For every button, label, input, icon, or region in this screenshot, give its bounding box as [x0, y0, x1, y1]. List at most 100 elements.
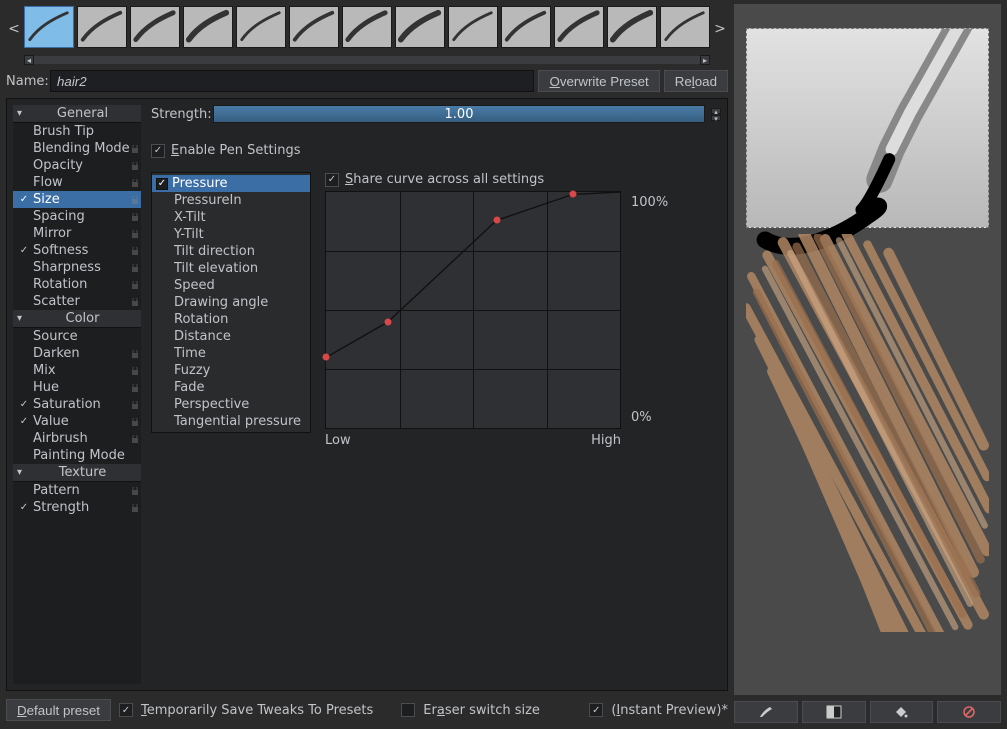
preset-thumb[interactable] — [342, 6, 392, 48]
param-item[interactable]: Tangential pressure — [152, 413, 310, 430]
sidebar-item[interactable]: Sharpness — [13, 259, 141, 276]
preset-prev[interactable]: < — [6, 21, 22, 37]
sidebar-section-header[interactable]: ▾General — [13, 105, 141, 123]
eraser-switch-checkbox[interactable] — [401, 703, 415, 717]
preset-scrollbar[interactable]: ◂ ▸ — [24, 54, 710, 66]
preset-next[interactable]: > — [712, 21, 728, 37]
enable-pen-checkbox[interactable]: ✓ — [151, 144, 165, 158]
spin-down-icon[interactable]: ▾ — [711, 115, 721, 121]
temp-save-checkbox[interactable]: ✓ — [119, 703, 133, 717]
param-item[interactable]: Rotation — [152, 311, 310, 328]
param-item[interactable]: Time — [152, 345, 310, 362]
preset-thumb[interactable] — [501, 6, 551, 48]
param-item[interactable]: Fuzzy — [152, 362, 310, 379]
param-item[interactable]: Perspective — [152, 396, 310, 413]
param-item[interactable]: X-Tilt — [152, 209, 310, 226]
share-curve-checkbox[interactable]: ✓ — [325, 173, 339, 187]
lock-icon — [131, 264, 139, 272]
sidebar-item[interactable]: Rotation — [13, 276, 141, 293]
param-item[interactable]: Y-Tilt — [152, 226, 310, 243]
instant-preview-checkbox[interactable]: ✓ — [589, 703, 603, 717]
lock-icon — [131, 145, 139, 153]
disabled-mode-button[interactable] — [937, 701, 1001, 723]
sidebar-item[interactable]: Blending Mode — [13, 140, 141, 157]
preset-thumb[interactable] — [289, 6, 339, 48]
strength-slider[interactable]: 1.00 — [213, 105, 705, 123]
sidebar-item[interactable]: ✓Saturation — [13, 396, 141, 413]
curve-handle[interactable] — [569, 191, 576, 198]
preset-thumb[interactable] — [183, 6, 233, 48]
sidebar-item-label: Blending Mode — [31, 141, 137, 156]
preset-list — [24, 6, 710, 52]
sidebar-item[interactable]: Pattern — [13, 482, 141, 499]
settings-sidebar: ▾GeneralBrush TipBlending ModeOpacityFlo… — [13, 105, 141, 684]
sidebar-item[interactable]: Mirror — [13, 225, 141, 242]
param-item[interactable]: Tilt elevation — [152, 260, 310, 277]
param-item-label: Fuzzy — [170, 363, 306, 378]
sidebar-item[interactable]: Darken — [13, 345, 141, 362]
sidebar-item[interactable]: Flow — [13, 174, 141, 191]
sidebar-item[interactable]: Scatter — [13, 293, 141, 310]
param-item[interactable]: Speed — [152, 277, 310, 294]
lock-icon — [131, 281, 139, 289]
param-item[interactable]: ✓Pressure — [152, 175, 310, 192]
preset-thumb[interactable] — [554, 6, 604, 48]
preset-thumb[interactable] — [77, 6, 127, 48]
param-item[interactable]: Tilt direction — [152, 243, 310, 260]
preset-thumb[interactable] — [24, 6, 74, 48]
reload-button[interactable]: Reload — [664, 70, 728, 92]
scroll-left-icon[interactable]: ◂ — [24, 55, 34, 65]
brush-mode-button[interactable] — [734, 701, 798, 723]
spin-up-icon[interactable]: ▴ — [711, 108, 721, 114]
sidebar-item[interactable]: Spacing — [13, 208, 141, 225]
curve-handle[interactable] — [493, 217, 500, 224]
param-item[interactable]: Fade — [152, 379, 310, 396]
sidebar-item[interactable]: Airbrush — [13, 430, 141, 447]
sidebar-item[interactable]: ✓Strength — [13, 499, 141, 516]
scroll-right-icon[interactable]: ▸ — [700, 55, 710, 65]
gradient-icon — [826, 705, 842, 719]
param-item[interactable]: Distance — [152, 328, 310, 345]
curve-editor[interactable] — [325, 191, 621, 429]
preset-thumb[interactable] — [130, 6, 180, 48]
preset-thumb[interactable] — [607, 6, 657, 48]
gradient-mode-button[interactable] — [802, 701, 866, 723]
sidebar-section-header[interactable]: ▾Texture — [13, 464, 141, 482]
param-item[interactable]: PressureIn — [152, 192, 310, 209]
sidebar-item[interactable]: ✓Size — [13, 191, 141, 208]
default-preset-button[interactable]: Default preset — [6, 699, 111, 721]
sidebar-item[interactable]: Brush Tip — [13, 123, 141, 140]
curve-handle[interactable] — [384, 318, 391, 325]
sidebar-item-label: Softness — [31, 243, 137, 258]
param-item-label: Rotation — [170, 312, 306, 327]
param-item-label: Time — [170, 346, 306, 361]
lock-icon — [131, 162, 139, 170]
name-input[interactable] — [50, 70, 534, 92]
sidebar-section-header[interactable]: ▾Color — [13, 310, 141, 328]
curve-handle[interactable] — [323, 354, 330, 361]
sidebar-item[interactable]: Source — [13, 328, 141, 345]
instant-preview-label: (Instant Preview)* — [611, 703, 728, 718]
sidebar-item[interactable]: ✓Value — [13, 413, 141, 430]
sidebar-item[interactable]: Opacity — [13, 157, 141, 174]
sidebar-item-label: Rotation — [31, 277, 137, 292]
check-icon: ✓ — [156, 178, 168, 190]
overwrite-preset-button[interactable]: OOverwrite Presetverwrite Preset — [538, 70, 659, 92]
param-item[interactable]: Drawing angle — [152, 294, 310, 311]
sidebar-item[interactable]: Painting Mode — [13, 447, 141, 464]
axis-low-label: Low — [325, 433, 351, 448]
sidebar-item-label: Darken — [31, 346, 137, 361]
fill-mode-button[interactable] — [870, 701, 934, 723]
check-icon: ✓ — [17, 399, 31, 410]
share-curve-label: Share curve across all settings — [345, 172, 544, 187]
sidebar-item[interactable]: Hue — [13, 379, 141, 396]
preset-thumb[interactable] — [236, 6, 286, 48]
sidebar-item[interactable]: Mix — [13, 362, 141, 379]
param-item-label: Tangential pressure — [170, 414, 306, 429]
pct-high-label: 100% — [631, 195, 668, 210]
preset-thumb[interactable] — [395, 6, 445, 48]
strength-spinner[interactable]: ▴▾ — [711, 108, 721, 121]
sidebar-item[interactable]: ✓Softness — [13, 242, 141, 259]
preset-thumb[interactable] — [448, 6, 498, 48]
preset-thumb[interactable] — [660, 6, 710, 48]
